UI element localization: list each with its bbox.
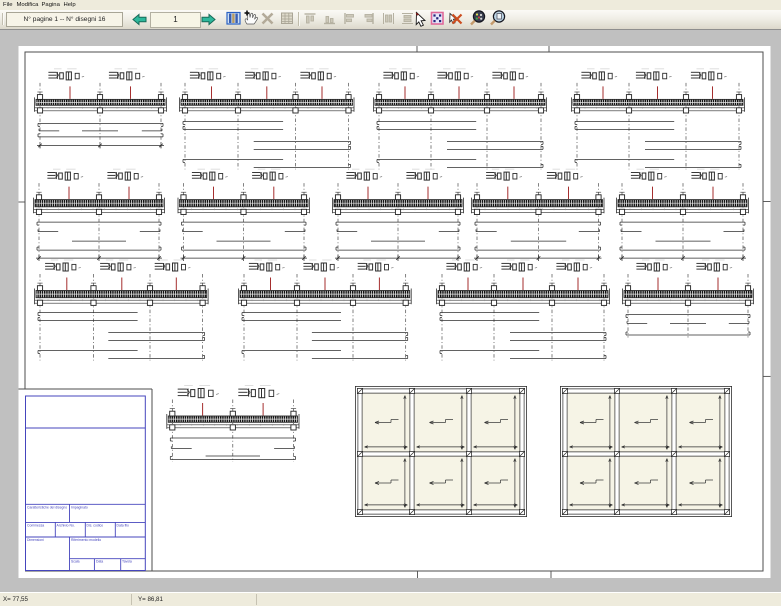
svg-text:Dimensioni: Dimensioni (27, 538, 44, 542)
svg-text:Riferimento modello: Riferimento modello (71, 538, 101, 542)
svg-text:Caratteristiche del disegno: Caratteristiche del disegno (27, 506, 67, 510)
svg-text:Tavola: Tavola (122, 560, 132, 564)
svg-text:Commessa: Commessa (27, 524, 44, 528)
svg-text:Data filo: Data filo (117, 524, 130, 528)
svg-text:Impaginato: Impaginato (71, 506, 88, 510)
svg-text:Scala: Scala (71, 560, 80, 564)
svg-text:Data: Data (96, 560, 103, 564)
svg-text:Archivio No.: Archivio No. (57, 524, 75, 528)
svg-text:Dis. codice: Dis. codice (87, 524, 104, 528)
